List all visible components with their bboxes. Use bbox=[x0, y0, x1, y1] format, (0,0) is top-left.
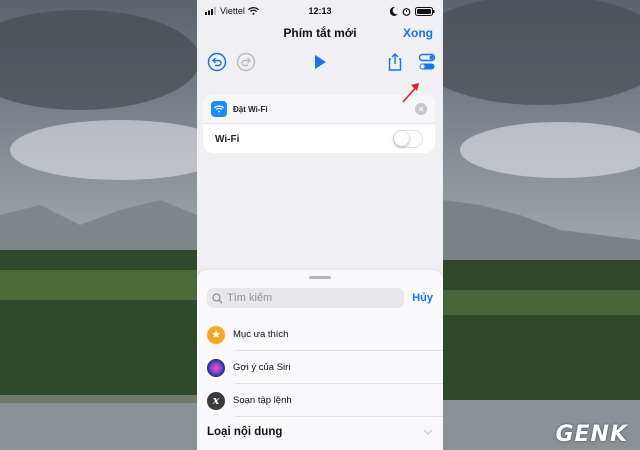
toggle-knob bbox=[394, 131, 409, 146]
chevron-down-icon bbox=[423, 429, 433, 435]
close-icon[interactable]: ✕ bbox=[415, 103, 427, 115]
editor-toolbar bbox=[197, 44, 443, 82]
script-icon: x bbox=[207, 391, 225, 410]
genk-logo: GENK bbox=[555, 422, 628, 447]
list-item-label: Gợi ý của Siri bbox=[233, 362, 291, 373]
settings-toggle-icon[interactable] bbox=[417, 52, 437, 72]
signal-icon bbox=[205, 7, 216, 15]
phone-screen: Viettel 12:13 Phím tắt mới Xong Đặt Wi-F… bbox=[197, 0, 443, 450]
redo-icon[interactable] bbox=[236, 52, 256, 72]
content-types-section[interactable]: Loại nội dung bbox=[197, 417, 443, 447]
wifi-param-label: Wi-Fi bbox=[215, 133, 240, 145]
cancel-button[interactable]: Hủy bbox=[412, 292, 433, 304]
list-item-label: Mục ưa thích bbox=[233, 329, 289, 340]
search-icon bbox=[212, 292, 223, 303]
annotation-arrow-icon bbox=[402, 83, 419, 103]
wifi-icon bbox=[211, 101, 227, 117]
action-title: Đặt Wi-Fi bbox=[233, 104, 268, 114]
list-item-scripting[interactable]: x Soạn tập lệnh bbox=[197, 384, 443, 417]
wifi-param-row: Wi-Fi bbox=[203, 124, 435, 153]
search-input[interactable] bbox=[227, 292, 377, 304]
battery-icon bbox=[415, 6, 435, 16]
list-item-label: Soạn tập lệnh bbox=[233, 395, 292, 406]
play-icon[interactable] bbox=[310, 52, 330, 72]
undo-icon[interactable] bbox=[207, 52, 227, 72]
list-item-favorites[interactable]: ★ Mục ưa thích bbox=[197, 318, 443, 351]
category-list: ★ Mục ưa thích Gợi ý của Siri x Soạn tập… bbox=[197, 318, 443, 417]
actions-sheet: Hủy ★ Mục ưa thích Gợi ý của Siri x Soạn… bbox=[197, 270, 443, 450]
section-title: Loại nội dung bbox=[207, 426, 283, 438]
moon-icon bbox=[390, 6, 398, 16]
nav-bar: Phím tắt mới Xong bbox=[197, 22, 443, 44]
search-row: Hủy bbox=[197, 288, 443, 308]
list-item-siri-suggestions[interactable]: Gợi ý của Siri bbox=[197, 351, 443, 384]
status-bar: Viettel 12:13 bbox=[197, 0, 443, 22]
done-button[interactable]: Xong bbox=[403, 26, 433, 40]
wifi-status-icon bbox=[247, 7, 259, 15]
star-icon: ★ bbox=[207, 325, 225, 344]
alarm-icon bbox=[402, 7, 411, 16]
carrier-label: Viettel bbox=[220, 6, 245, 16]
wifi-toggle[interactable] bbox=[393, 130, 423, 148]
share-icon[interactable] bbox=[385, 52, 405, 72]
sheet-grabber[interactable] bbox=[309, 276, 331, 279]
search-field[interactable] bbox=[207, 288, 405, 308]
siri-icon bbox=[207, 358, 225, 377]
